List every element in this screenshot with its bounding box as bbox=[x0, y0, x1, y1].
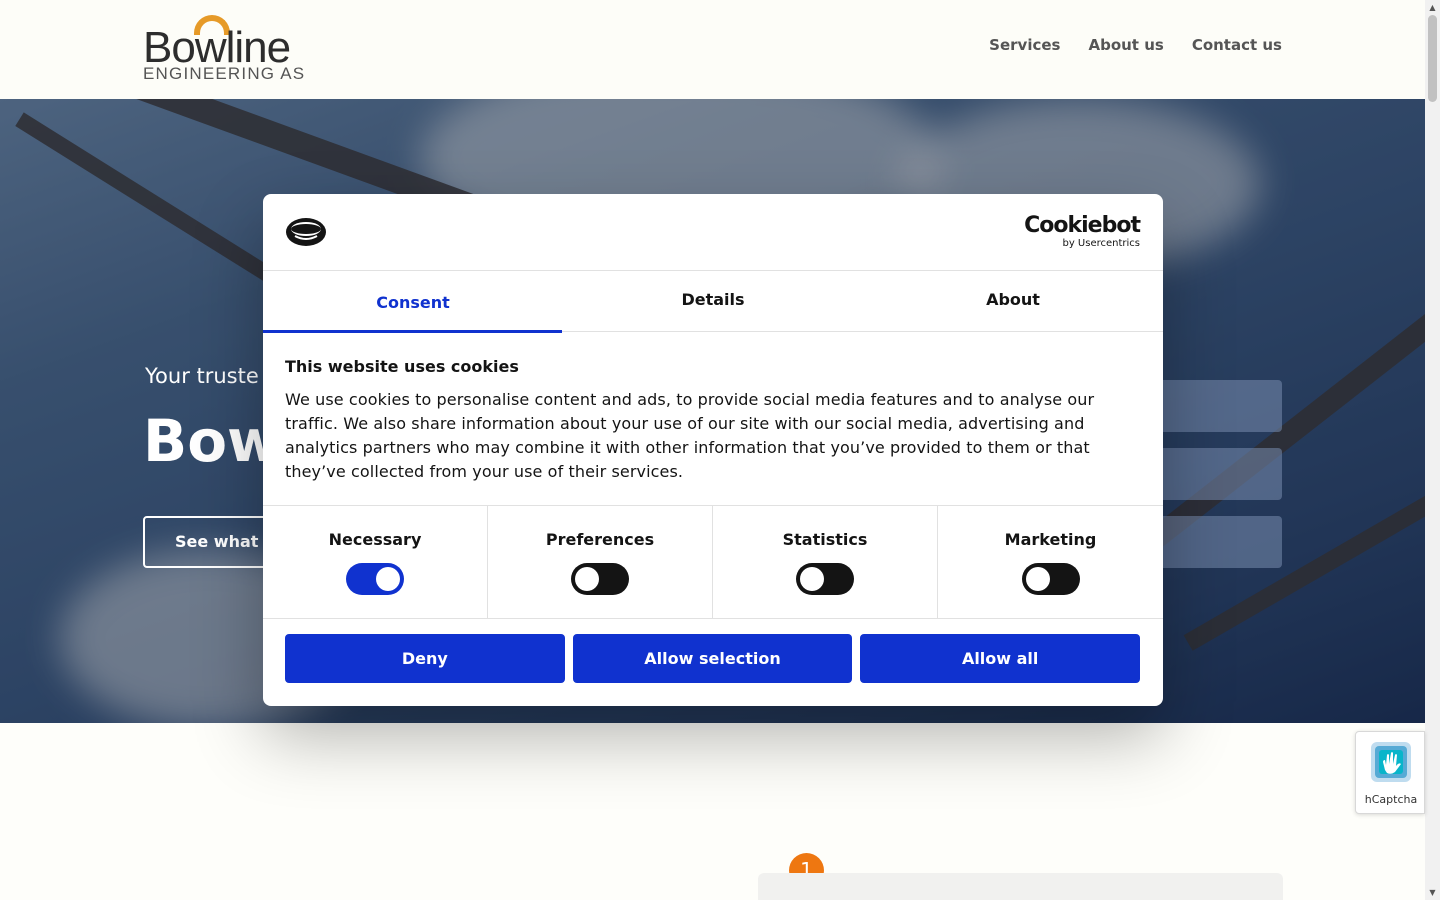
statistics-toggle[interactable] bbox=[796, 563, 854, 595]
hero-title: Bow bbox=[143, 407, 281, 475]
nav-contact-us[interactable]: Contact us bbox=[1192, 36, 1282, 54]
tab-details[interactable]: Details bbox=[563, 271, 863, 332]
toggle-knob bbox=[800, 567, 824, 591]
category-label: Statistics bbox=[782, 530, 868, 549]
category-label: Preferences bbox=[545, 530, 655, 549]
dialog-actions: Deny Allow selection Allow all bbox=[285, 634, 1141, 683]
site-header: Bowline ENGINEERING AS Services About us… bbox=[0, 0, 1425, 99]
category-preferences: Preferences bbox=[488, 506, 713, 619]
nav-about-us[interactable]: About us bbox=[1088, 36, 1163, 54]
toggle-knob bbox=[376, 567, 400, 591]
dialog-tabs: Consent Details About bbox=[263, 271, 1163, 333]
deny-button[interactable]: Deny bbox=[285, 634, 565, 683]
scroll-down-arrow-icon[interactable]: ▼ bbox=[1425, 885, 1440, 900]
category-label: Marketing bbox=[1004, 530, 1097, 549]
toggle-knob bbox=[1025, 567, 1050, 591]
allow-all-button[interactable]: Allow all bbox=[860, 634, 1141, 683]
cookiebot-logo[interactable]: Cookiebot by Usercentrics bbox=[1024, 213, 1141, 250]
preferences-toggle[interactable] bbox=[571, 563, 629, 595]
allow-selection-button[interactable]: Allow selection bbox=[572, 634, 853, 683]
main-nav: Services About us Contact us bbox=[989, 36, 1282, 54]
dialog-heading: This website uses cookies bbox=[285, 357, 519, 376]
category-marketing: Marketing bbox=[938, 506, 1163, 619]
hcaptcha-badge[interactable]: hCaptcha bbox=[1355, 731, 1425, 814]
cookie-consent-dialog: Cookiebot by Usercentrics Consent Detail… bbox=[263, 194, 1163, 706]
hcaptcha-icon bbox=[1371, 742, 1411, 782]
necessary-toggle[interactable] bbox=[346, 563, 404, 595]
cookiebot-wordmark: Cookiebot bbox=[1024, 213, 1141, 238]
dialog-header: Cookiebot by Usercentrics bbox=[263, 194, 1163, 271]
tab-about[interactable]: About bbox=[863, 271, 1163, 332]
hero-kicker: Your truste bbox=[145, 364, 259, 388]
category-label: Necessary bbox=[328, 530, 422, 549]
nav-services[interactable]: Services bbox=[989, 36, 1060, 54]
toggle-knob bbox=[575, 567, 599, 591]
scroll-up-arrow-icon[interactable]: ▲ bbox=[1425, 0, 1440, 15]
cookiebot-byline: by Usercentrics bbox=[1062, 238, 1140, 249]
content-panel bbox=[758, 873, 1283, 900]
tab-consent[interactable]: Consent bbox=[263, 271, 563, 333]
page-scrollbar[interactable]: ▲ ▼ bbox=[1425, 0, 1440, 900]
bowline-logo[interactable]: Bowline ENGINEERING AS bbox=[143, 14, 313, 84]
marketing-toggle[interactable] bbox=[1021, 563, 1080, 595]
site-brand-icon bbox=[286, 218, 326, 246]
hcaptcha-label: hCaptcha bbox=[1364, 793, 1418, 806]
cookie-categories: Necessary Preferences Statistics Marketi… bbox=[263, 505, 1163, 619]
category-necessary: Necessary bbox=[263, 506, 488, 619]
category-statistics: Statistics bbox=[713, 506, 938, 619]
dialog-description: We use cookies to personalise content an… bbox=[285, 390, 1095, 481]
scrollbar-thumb[interactable] bbox=[1428, 15, 1437, 102]
logo-subtitle: ENGINEERING AS bbox=[143, 64, 306, 83]
dialog-body: This website uses cookies We use cookies… bbox=[285, 357, 1135, 484]
